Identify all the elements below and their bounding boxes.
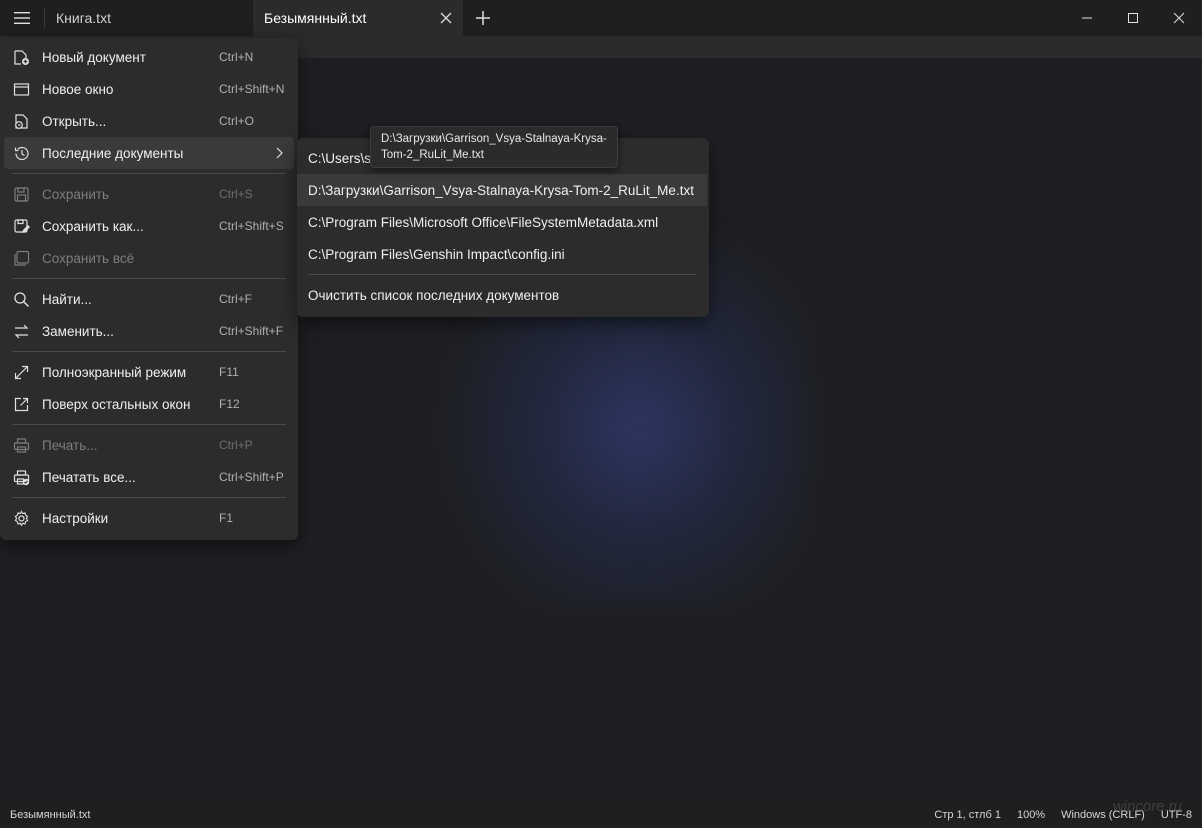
new-window-icon xyxy=(13,83,30,96)
status-position[interactable]: Стр 1, стлб 1 xyxy=(934,809,1001,821)
tab-label: Безымянный.txt xyxy=(264,10,367,26)
menu-item-label: Печать... xyxy=(42,437,98,453)
print-icon xyxy=(13,438,30,453)
menu-separator xyxy=(12,173,286,174)
menu-item-replace[interactable]: Заменить... Ctrl+Shift+F xyxy=(0,315,298,347)
menu-item-label: Сохранить xyxy=(42,186,110,202)
search-icon xyxy=(14,292,30,308)
save-icon xyxy=(14,187,29,202)
window-controls xyxy=(1064,0,1202,36)
minimize-button[interactable] xyxy=(1064,0,1110,36)
menu-separator xyxy=(12,497,286,498)
menu-item-shortcut: Ctrl+F xyxy=(219,292,252,306)
menu-item-label: Полноэкранный режим xyxy=(42,364,187,380)
fullscreen-icon xyxy=(14,365,29,380)
tab-kniga[interactable]: Книга.txt xyxy=(45,0,253,36)
recent-item[interactable]: C:\Program Files\Genshin Impact\config.i… xyxy=(297,238,709,270)
close-tab-icon[interactable] xyxy=(439,11,453,25)
menu-item-shortcut: Ctrl+Shift+S xyxy=(219,219,284,233)
tab-untitled[interactable]: Безымянный.txt xyxy=(253,0,463,36)
menu-item-save-as[interactable]: Сохранить как... Ctrl+Shift+S xyxy=(0,210,298,242)
recent-item-path: D:\Загрузки\Garrison_Vsya-Stalnaya-Krysa… xyxy=(308,182,694,198)
menu-item-label: Настройки xyxy=(42,510,109,526)
maximize-icon xyxy=(1128,13,1138,23)
menu-item-find[interactable]: Найти... Ctrl+F xyxy=(0,283,298,315)
main-menu: Новый документ Ctrl+N Новое окно Ctrl+Sh… xyxy=(0,38,298,540)
menu-item-label: Последние документы xyxy=(42,145,184,161)
menu-item-fullscreen[interactable]: Полноэкранный режим F11 xyxy=(0,356,298,388)
save-as-icon xyxy=(14,219,30,233)
maximize-button[interactable] xyxy=(1110,0,1156,36)
replace-icon xyxy=(14,324,29,339)
recent-item-path: C:\Program Files\Microsoft Office\FileSy… xyxy=(308,214,659,230)
recent-item[interactable]: D:\Загрузки\Garrison_Vsya-Stalnaya-Krysa… xyxy=(297,174,707,206)
tab-label: Книга.txt xyxy=(56,10,111,26)
save-all-icon xyxy=(14,250,30,266)
new-tab-button[interactable] xyxy=(463,0,503,36)
menu-item-label: Сохранить как... xyxy=(42,218,144,234)
recent-item-path: C:\Users\s xyxy=(308,150,372,166)
menu-item-settings[interactable]: Настройки F1 xyxy=(0,502,298,534)
status-filename: Безымянный.txt xyxy=(10,809,91,821)
menu-item-shortcut: Ctrl+Shift+N xyxy=(219,82,285,96)
close-icon xyxy=(1173,12,1185,24)
menu-item-shortcut: F1 xyxy=(219,511,234,525)
menu-item-recent-documents[interactable]: Последние документы xyxy=(4,137,294,169)
menu-item-label: Найти... xyxy=(42,291,92,307)
menu-separator xyxy=(12,351,286,352)
menu-item-label: Открыть... xyxy=(42,113,107,129)
clear-recent-label: Очистить список последних документов xyxy=(308,287,560,303)
close-window-button[interactable] xyxy=(1156,0,1202,36)
status-zoom[interactable]: 100% xyxy=(1017,809,1045,821)
menu-item-shortcut: Ctrl+Shift+P xyxy=(219,470,284,484)
print-all-icon xyxy=(13,470,30,486)
menu-item-shortcut: Ctrl+Shift+F xyxy=(219,324,284,338)
menu-separator xyxy=(12,424,286,425)
menu-item-label: Новое окно xyxy=(42,81,114,97)
tooltip-line: Tom-2_RuLit_Me.txt xyxy=(381,149,484,161)
title-bar: Книга.txt Безымянный.txt xyxy=(0,0,1202,36)
gear-icon xyxy=(14,510,29,527)
menu-item-open[interactable]: Открыть... Ctrl+O xyxy=(0,105,298,137)
menu-item-new-document[interactable]: Новый документ Ctrl+N xyxy=(0,41,298,73)
recent-item[interactable]: C:\Program Files\Microsoft Office\FileSy… xyxy=(297,206,709,238)
menu-item-print-all[interactable]: Печатать все... Ctrl+Shift+P xyxy=(0,461,298,493)
menu-item-shortcut: Ctrl+S xyxy=(219,187,253,201)
recent-item-path: C:\Program Files\Genshin Impact\config.i… xyxy=(308,246,565,262)
menu-item-label: Печатать все... xyxy=(42,469,136,485)
menu-item-always-on-top[interactable]: Поверх остальных окон F12 xyxy=(0,388,298,420)
menu-item-label: Заменить... xyxy=(42,323,114,339)
hamburger-icon xyxy=(14,12,30,24)
clear-recent-button[interactable]: Очистить список последних документов xyxy=(297,279,709,311)
menu-button[interactable] xyxy=(0,0,44,36)
status-bar: Безымянный.txt Стр 1, стлб 1 100% Window… xyxy=(0,802,1202,828)
menu-item-label: Поверх остальных окон xyxy=(42,396,191,412)
chevron-right-icon xyxy=(276,147,283,159)
watermark: wincore.ru xyxy=(1112,798,1182,815)
menu-item-shortcut: Ctrl+O xyxy=(219,114,255,128)
menu-item-shortcut: Ctrl+P xyxy=(219,438,253,452)
menu-item-shortcut: F12 xyxy=(219,397,240,411)
menu-item-shortcut: Ctrl+N xyxy=(219,50,254,64)
path-tooltip: D:\Загрузки\Garrison_Vsya-Stalnaya-Krysa… xyxy=(370,126,618,168)
minimize-icon xyxy=(1082,17,1092,19)
menu-item-print[interactable]: Печать... Ctrl+P xyxy=(0,429,298,461)
history-icon xyxy=(14,146,29,161)
open-icon xyxy=(15,114,28,129)
menu-separator xyxy=(12,278,286,279)
menu-item-save[interactable]: Сохранить Ctrl+S xyxy=(0,178,298,210)
menu-item-new-window[interactable]: Новое окно Ctrl+Shift+N xyxy=(0,73,298,105)
tooltip-line: D:\Загрузки\Garrison_Vsya-Stalnaya-Krysa… xyxy=(381,133,607,145)
always-on-top-icon xyxy=(14,397,29,412)
submenu-separator xyxy=(308,274,696,275)
menu-item-label: Сохранить всё xyxy=(42,250,135,266)
new-document-icon xyxy=(14,50,29,65)
menu-item-label: Новый документ xyxy=(42,49,146,65)
menu-item-shortcut: F11 xyxy=(219,365,239,379)
plus-icon xyxy=(476,11,490,25)
menu-item-save-all[interactable]: Сохранить всё xyxy=(0,242,298,274)
